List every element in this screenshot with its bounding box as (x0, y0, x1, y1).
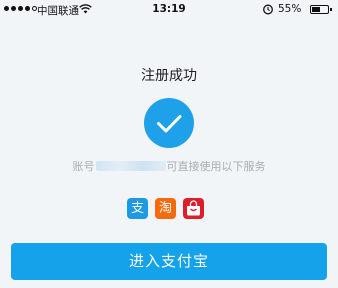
check-circle-icon (144, 98, 194, 148)
service-icons: 支 淘 (127, 198, 204, 219)
account-suffix: 可直接使用以下服务 (166, 160, 266, 173)
status-bar: 中国联通 13:19 55% (0, 0, 338, 20)
enter-alipay-button[interactable]: 进入支付宝 (11, 243, 327, 280)
page-title: 注册成功 (141, 68, 197, 84)
taobao-icon[interactable]: 淘 (155, 198, 176, 219)
masked-account-number (95, 161, 166, 171)
alarm-icon (262, 3, 274, 18)
tmall-icon[interactable] (183, 198, 204, 219)
alipay-icon[interactable]: 支 (127, 198, 148, 219)
battery-icon (310, 5, 332, 14)
account-prefix: 账号 (72, 160, 95, 173)
battery-percent: 55% (278, 3, 302, 15)
account-message: 账号 可直接使用以下服务 (0, 158, 338, 174)
battery-level (312, 7, 320, 12)
